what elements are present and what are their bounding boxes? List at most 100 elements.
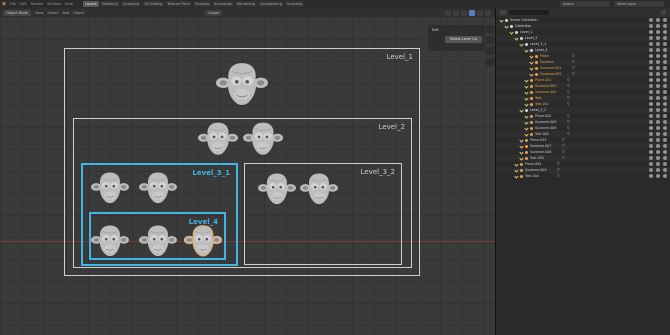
object-mode-dropdown[interactable]: Object Mode (3, 9, 32, 16)
suzanne-mesh[interactable] (91, 171, 129, 206)
eye-icon[interactable] (656, 84, 660, 88)
camera-icon[interactable] (663, 72, 667, 76)
outliner-row[interactable]: Text.004 ▽ (496, 173, 670, 179)
expand-toggle-icon[interactable] (529, 53, 534, 59)
menu-help[interactable]: Help (65, 2, 73, 6)
expand-toggle-icon[interactable] (519, 41, 524, 47)
view-tab[interactable] (486, 47, 494, 55)
suzanne-mesh[interactable] (243, 121, 283, 158)
eye-icon[interactable] (656, 150, 660, 154)
suzanne-mesh-active[interactable] (183, 224, 223, 259)
menu-window[interactable]: Window (47, 2, 61, 6)
camera-icon[interactable] (663, 132, 667, 136)
camera-icon[interactable] (663, 144, 667, 148)
menu-render[interactable]: Render (31, 2, 43, 6)
camera-icon[interactable] (663, 90, 667, 94)
exclude-checkbox-icon[interactable] (649, 30, 653, 34)
suzanne-mesh[interactable] (198, 121, 238, 158)
expand-toggle-icon[interactable] (524, 95, 529, 101)
tab-animation[interactable]: Animation (212, 1, 234, 7)
exclude-checkbox-icon[interactable] (649, 138, 653, 142)
eye-icon[interactable] (656, 162, 660, 166)
eye-icon[interactable] (656, 114, 660, 118)
exclude-checkbox-icon[interactable] (649, 156, 653, 160)
tab-sculpting[interactable]: Sculpting (120, 1, 142, 7)
expand-toggle-icon[interactable] (524, 77, 529, 83)
eye-icon[interactable] (656, 48, 660, 52)
camera-icon[interactable] (663, 168, 667, 172)
expand-toggle-icon[interactable] (519, 137, 524, 143)
exclude-checkbox-icon[interactable] (649, 48, 653, 52)
eye-icon[interactable] (656, 126, 660, 130)
3d-viewport[interactable]: Level_1 Level_2 Level_3_1 Level_3_2 Leve… (0, 17, 495, 335)
tab-layout[interactable]: Layout (82, 1, 99, 7)
menu-file[interactable]: File (10, 2, 16, 6)
eye-icon[interactable] (656, 66, 660, 70)
exclude-checkbox-icon[interactable] (649, 24, 653, 28)
solid-shading-icon[interactable] (469, 9, 475, 16)
suzanne-mesh[interactable] (139, 171, 177, 206)
expand-toggle-icon[interactable] (524, 83, 529, 89)
exclude-checkbox-icon[interactable] (649, 150, 653, 154)
eye-icon[interactable] (656, 36, 660, 40)
expand-toggle-icon[interactable] (524, 113, 529, 119)
exclude-checkbox-icon[interactable] (649, 126, 653, 130)
filter-icon[interactable] (661, 10, 666, 15)
exclude-checkbox-icon[interactable] (649, 60, 653, 64)
exclude-checkbox-icon[interactable] (649, 144, 653, 148)
exclude-checkbox-icon[interactable] (649, 18, 653, 22)
camera-icon[interactable] (663, 102, 667, 106)
expand-toggle-icon[interactable] (514, 161, 519, 167)
menu-edit[interactable]: Edit (20, 2, 27, 6)
camera-icon[interactable] (663, 126, 667, 130)
expand-toggle-icon[interactable] (529, 65, 534, 71)
display-mode-icon[interactable] (500, 10, 506, 15)
exclude-checkbox-icon[interactable] (649, 72, 653, 76)
expand-toggle-icon[interactable] (519, 155, 524, 161)
expand-toggle-icon[interactable] (529, 59, 534, 65)
eye-icon[interactable] (656, 144, 660, 148)
menu-view[interactable]: View (35, 11, 43, 15)
tab-scripting[interactable]: Scripting (284, 1, 305, 7)
camera-icon[interactable] (663, 96, 667, 100)
eye-icon[interactable] (656, 30, 660, 34)
camera-icon[interactable] (663, 114, 667, 118)
expand-toggle-icon[interactable] (514, 35, 519, 41)
eye-icon[interactable] (656, 138, 660, 142)
expand-toggle-icon[interactable] (519, 149, 524, 155)
rendered-shading-icon[interactable] (485, 9, 491, 16)
outliner-search-field[interactable] (509, 10, 549, 15)
exclude-checkbox-icon[interactable] (649, 42, 653, 46)
camera-icon[interactable] (663, 66, 667, 70)
camera-icon[interactable] (663, 42, 667, 46)
eye-icon[interactable] (656, 168, 660, 172)
expand-toggle-icon[interactable] (499, 17, 504, 23)
exclude-checkbox-icon[interactable] (649, 66, 653, 70)
exclude-checkbox-icon[interactable] (649, 78, 653, 82)
eye-icon[interactable] (656, 54, 660, 58)
suzanne-mesh[interactable] (91, 224, 129, 259)
eye-icon[interactable] (656, 156, 660, 160)
exclude-checkbox-icon[interactable] (649, 168, 653, 172)
exclude-checkbox-icon[interactable] (649, 36, 653, 40)
blender-logo-icon[interactable]: ◉ (0, 0, 8, 8)
wireframe-shading-icon[interactable] (461, 9, 467, 16)
expand-toggle-icon[interactable] (524, 119, 529, 125)
exclude-checkbox-icon[interactable] (649, 96, 653, 100)
item-tab[interactable] (486, 25, 494, 33)
exclude-checkbox-icon[interactable] (649, 90, 653, 94)
camera-icon[interactable] (663, 138, 667, 142)
scene-selector[interactable]: Scene (560, 1, 610, 7)
exclude-checkbox-icon[interactable] (649, 102, 653, 106)
eye-icon[interactable] (656, 18, 660, 22)
expand-toggle-icon[interactable] (524, 101, 529, 107)
suzanne-mesh[interactable] (258, 172, 296, 207)
eye-icon[interactable] (656, 42, 660, 46)
eye-icon[interactable] (656, 108, 660, 112)
tab-texture-paint[interactable]: Texture Paint (165, 1, 192, 7)
expand-toggle-icon[interactable] (519, 143, 524, 149)
suzanne-mesh[interactable] (300, 172, 338, 207)
menu-object[interactable]: Object (73, 11, 84, 15)
eye-icon[interactable] (656, 174, 660, 178)
expand-toggle-icon[interactable] (529, 71, 534, 77)
